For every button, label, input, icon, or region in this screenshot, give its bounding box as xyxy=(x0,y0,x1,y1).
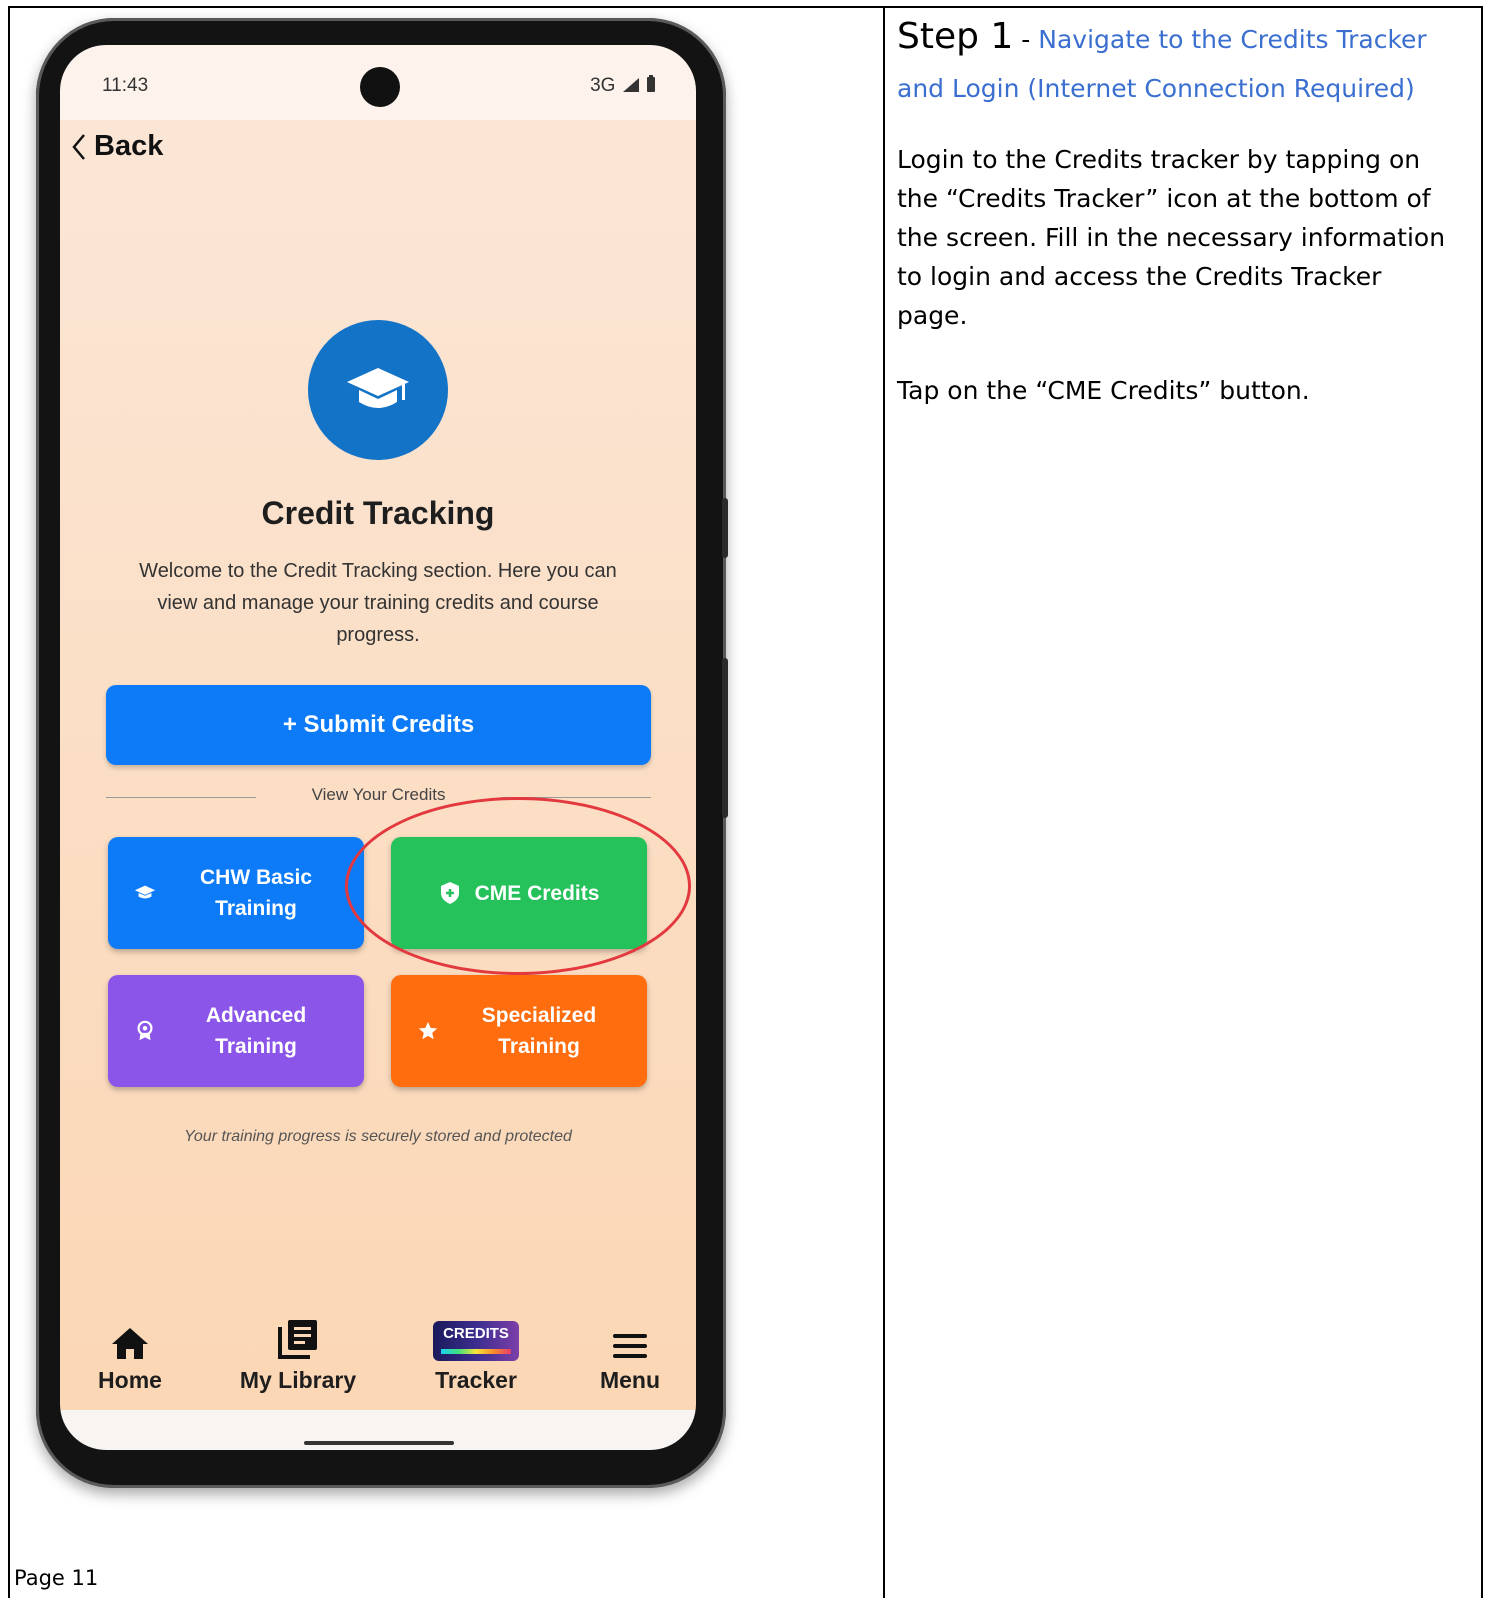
column-divider xyxy=(883,6,885,1598)
tile-label: Advanced Training xyxy=(205,1004,307,1058)
chevron-left-icon xyxy=(72,133,85,160)
menu-icon xyxy=(613,1334,647,1358)
phone-side-button xyxy=(722,498,728,558)
nav-my-library[interactable]: My Library xyxy=(228,1315,368,1394)
graduation-cap-icon xyxy=(347,368,409,408)
security-footnote: Your training progress is securely store… xyxy=(184,1128,572,1145)
back-label: Back xyxy=(94,130,164,162)
highlight-circle xyxy=(345,797,691,975)
status-time: 11:43 xyxy=(102,75,149,96)
library-icon xyxy=(278,1320,317,1359)
specialized-training-button[interactable]: Specialized Training xyxy=(391,975,647,1087)
tile-label: Specialized Training xyxy=(481,1004,597,1058)
submit-credits-button[interactable]: + Submit Credits xyxy=(106,685,651,765)
page-title: Credit Tracking xyxy=(261,495,495,531)
nav-home[interactable]: Home xyxy=(88,1315,172,1394)
battery-icon xyxy=(647,75,655,92)
page-number: Page 11 xyxy=(14,1566,99,1590)
chw-basic-training-button[interactable]: CHW Basic Training xyxy=(108,837,364,949)
nav-tracker[interactable]: CREDITS Tracker xyxy=(426,1315,526,1394)
camera-icon xyxy=(360,67,400,107)
home-indicator[interactable] xyxy=(304,1441,454,1445)
graduation-cap-badge xyxy=(308,320,448,460)
nav-menu[interactable]: Menu xyxy=(588,1315,672,1394)
award-icon xyxy=(137,1020,153,1041)
instruction-paragraph-1: Login to the Credits tracker by tapping … xyxy=(897,145,1446,330)
phone-volume-button xyxy=(722,658,728,818)
page-description: Welcome to the Credit Tracking section. … xyxy=(139,560,617,646)
advanced-training-button[interactable]: Advanced Training xyxy=(108,975,364,1087)
step-title: Step 1 xyxy=(897,16,1014,57)
star-icon xyxy=(418,1021,438,1040)
step-heading: Step 1 - Navigate to the Credits Tracker… xyxy=(897,16,1427,103)
status-network: 3G xyxy=(590,75,656,97)
bottom-nav: Home My Library CREDITS Tracker Menu xyxy=(60,1315,696,1410)
tile-label: CHW Basic Training xyxy=(199,866,313,920)
instruction-paragraph-2: Tap on the “CME Credits” button. xyxy=(897,376,1310,405)
graduation-cap-icon xyxy=(134,885,156,899)
back-button[interactable]: Back xyxy=(70,130,163,163)
phone-screen: 11:43 3G Back Credit Tracking Welcome to… xyxy=(60,45,696,1450)
status-bar: 11:43 3G xyxy=(60,45,696,120)
credits-logo: CREDITS xyxy=(433,1321,519,1361)
signal-icon xyxy=(622,78,639,92)
home-icon xyxy=(112,1328,148,1359)
